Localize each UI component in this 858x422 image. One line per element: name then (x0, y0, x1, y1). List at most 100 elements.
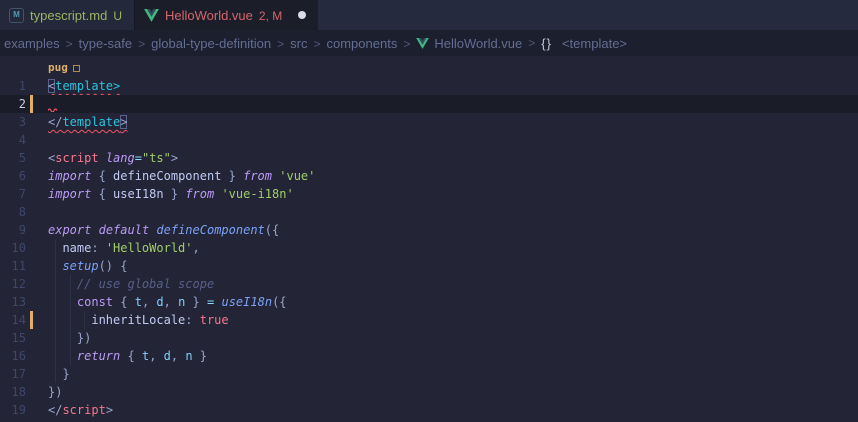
token: useI18n (221, 295, 272, 309)
git-modified-indicator[interactable] (30, 95, 33, 113)
code-line-19[interactable]: 19 </script> (0, 401, 858, 419)
line-number[interactable]: 15 (0, 329, 26, 347)
error-squiggle-text: > (113, 79, 120, 93)
code-line-11[interactable]: 11 setup() { (0, 257, 858, 275)
token: , (164, 295, 178, 309)
token: : (185, 313, 199, 327)
token (48, 295, 77, 309)
line-number[interactable]: 9 (0, 221, 26, 239)
token (91, 223, 98, 237)
token: { (91, 169, 113, 183)
line-number[interactable]: 18 (0, 383, 26, 401)
code-line-6[interactable]: 6 import { defineComponent } from 'vue' (0, 167, 858, 185)
token: } (185, 295, 207, 309)
breadcrumb: examples>type-safe>global-type-definitio… (0, 30, 858, 56)
code-text: <script lang="ts"> (48, 149, 178, 167)
code-line-3[interactable]: 3 </template> (0, 113, 858, 131)
token: { (120, 295, 134, 309)
breadcrumb-separator: > (309, 37, 324, 51)
dirty-indicator-dot[interactable] (298, 11, 306, 19)
code-line-4[interactable]: 4 (0, 131, 858, 149)
code-line-17[interactable]: 17 } (0, 365, 858, 383)
line-number[interactable]: 12 (0, 275, 26, 293)
code-text: } (48, 365, 70, 383)
token: > (106, 403, 113, 417)
token (48, 241, 62, 255)
code-line-16[interactable]: 16 return { t, d, n } (0, 347, 858, 365)
line-number[interactable]: 3 (0, 113, 26, 131)
symbol-namespace-icon: {} (541, 36, 552, 51)
breadcrumb-item[interactable]: src (288, 36, 309, 51)
editor[interactable]: pug 1<template>23 </template> 45 <script la… (0, 56, 858, 422)
breadcrumb-symbol[interactable]: {} <template> (539, 36, 629, 51)
token: = (135, 151, 142, 165)
code-line-12[interactable]: 12 // use global scope (0, 275, 858, 293)
token: export (48, 223, 91, 237)
line-number[interactable]: 5 (0, 149, 26, 167)
token: ({ (272, 295, 286, 309)
line-number[interactable]: 4 (0, 131, 26, 149)
line-number[interactable]: 14 (0, 311, 26, 329)
line-number[interactable]: 10 (0, 239, 26, 257)
code-text: </template> (48, 113, 127, 131)
token (48, 313, 91, 327)
code-line-15[interactable]: 15 }) (0, 329, 858, 347)
code-text: export default defineComponent({ (48, 221, 279, 239)
breadcrumb-item[interactable]: examples (2, 36, 62, 51)
code-line-9[interactable]: 9 export default defineComponent({ (0, 221, 858, 239)
code-line-8[interactable]: 8 (0, 203, 858, 221)
tab-label: HelloWorld.vue (165, 8, 253, 23)
token: inheritLocale (91, 313, 185, 327)
line-number[interactable]: 2 (0, 95, 26, 113)
line-number[interactable]: 7 (0, 185, 26, 203)
line-number[interactable]: 13 (0, 293, 26, 311)
code-line-5[interactable]: 5 <script lang="ts"> (0, 149, 858, 167)
git-status-badge: U (113, 9, 122, 23)
code-text: inheritLocale: true (48, 311, 229, 329)
code-line-13[interactable]: 13 const { t, d, n } = useI18n({ (0, 293, 858, 311)
code-line-1[interactable]: 1<template> (0, 77, 858, 95)
vue-icon (144, 9, 159, 22)
token: import (48, 169, 91, 183)
code-line-14[interactable]: 14 inheritLocale: true (0, 311, 858, 329)
code-line-18[interactable]: 18}) (0, 383, 858, 401)
line-number[interactable]: 8 (0, 203, 26, 221)
token: } (164, 187, 186, 201)
line-number[interactable]: 17 (0, 365, 26, 383)
problems-badge: 2, M (259, 9, 282, 23)
line-number[interactable]: 6 (0, 167, 26, 185)
breadcrumb-file[interactable]: HelloWorld.vue (414, 36, 524, 51)
line-number[interactable]: 11 (0, 257, 26, 275)
token (99, 151, 106, 165)
token (48, 259, 62, 273)
token: </ (48, 403, 62, 417)
line-number[interactable]: 1 (0, 77, 26, 95)
error-squiggle (48, 107, 58, 112)
token: , (171, 349, 185, 363)
breadcrumb-item[interactable]: global-type-definition (149, 36, 273, 51)
breadcrumb-item[interactable]: type-safe (77, 36, 134, 51)
code-text: name: 'HelloWorld', (48, 239, 200, 257)
line-number[interactable]: 19 (0, 401, 26, 419)
tab-helloworld-vue[interactable]: HelloWorld.vue 2, M (135, 0, 318, 30)
token: n (185, 349, 192, 363)
code-text: </script> (48, 401, 113, 419)
breadcrumb-separator: > (134, 37, 149, 51)
token: , (142, 295, 156, 309)
code-line-10[interactable]: 10 name: 'HelloWorld', (0, 239, 858, 257)
token: default (99, 223, 150, 237)
vue-icon (416, 38, 429, 49)
code-line-7[interactable]: 7import { useI18n } from 'vue-i18n' (0, 185, 858, 203)
token: 'vue' (279, 169, 315, 183)
code-text: import { defineComponent } from 'vue' (48, 167, 315, 185)
git-modified-indicator[interactable] (30, 311, 33, 329)
token: defineComponent (156, 223, 264, 237)
token: lang (106, 151, 135, 165)
line-number[interactable]: 16 (0, 347, 26, 365)
code-line-2[interactable]: 2 (0, 95, 858, 113)
tab-typescript-md[interactable]: M typescript.mdU (0, 0, 135, 30)
template-lang-widget[interactable]: pug (48, 59, 80, 77)
bracket-match-highlight: > (120, 115, 127, 129)
breadcrumb-item[interactable]: components (325, 36, 400, 51)
token: from (243, 169, 272, 183)
